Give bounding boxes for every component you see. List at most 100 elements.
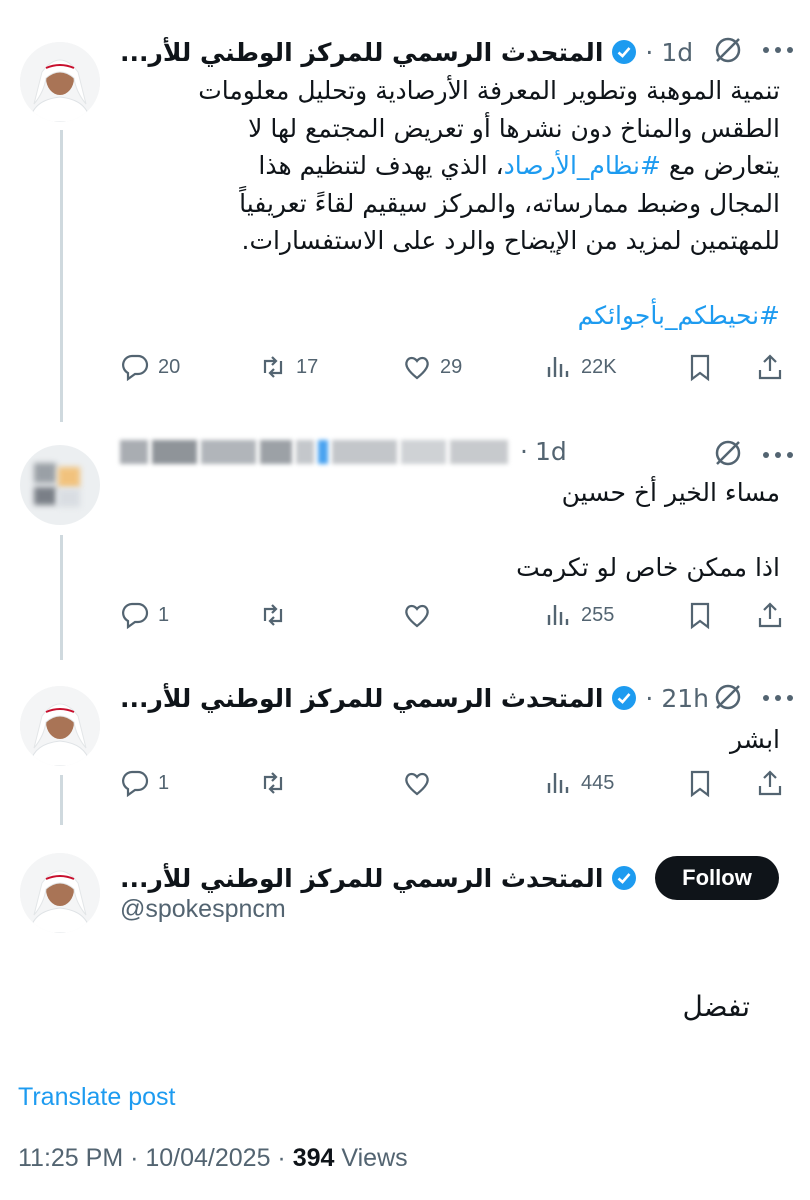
action-bar: 20 17 29 22K: [115, 352, 790, 392]
bookmark-button[interactable]: [685, 768, 715, 798]
bookmark-icon: [690, 354, 710, 382]
tweet-text-part: الذي يهدف لتنظيم هذا: [258, 151, 488, 180]
follow-button[interactable]: Follow: [655, 856, 779, 900]
views-count: 255: [581, 603, 615, 626]
tweet-body: مساء الخير أخ حسين اذا ممكن خاص لو تكرمت: [280, 474, 780, 586]
author-name[interactable]: المتحدث الرسمي للمركز الوطني للأر...: [120, 684, 603, 713]
tweet-header: المتحدث الرسمي للمركز الوطني للأر... · 2…: [120, 676, 709, 720]
author-name[interactable]: المتحدث الرسمي للمركز الوطني للأر...: [120, 864, 603, 893]
dot-separator: ·: [520, 437, 528, 466]
reply-button[interactable]: 20: [120, 352, 180, 382]
tweet-line: ابشر: [730, 725, 780, 754]
bookmark-icon: [690, 770, 710, 798]
post-time[interactable]: 21h: [661, 684, 709, 713]
post-time[interactable]: 1d: [535, 437, 567, 466]
repost-button[interactable]: [258, 600, 296, 630]
grok-icon[interactable]: [713, 682, 743, 712]
views-icon: [547, 605, 569, 625]
tweet-line: للمهتمين لمزيد من الإيضاح والرد على الاس…: [241, 226, 780, 255]
grok-icon[interactable]: [713, 438, 743, 468]
thread-line: [60, 775, 63, 825]
tweet-text-part: يتعارض مع: [660, 151, 780, 180]
repost-icon: [263, 356, 283, 378]
post-datetime[interactable]: 11:25 PM · 10/04/2025 ·: [18, 1144, 293, 1172]
dot-separator: ·: [645, 37, 654, 67]
bookmark-button[interactable]: [685, 352, 715, 382]
hashtag-link[interactable]: #نحيطكم_بأجوائكم: [100, 297, 780, 335]
thread-line: [60, 535, 63, 660]
share-icon: [758, 602, 782, 628]
bookmark-button[interactable]: [685, 600, 715, 630]
avatar[interactable]: [20, 853, 100, 933]
tweet-body: ابشر: [380, 721, 780, 759]
translate-post-link[interactable]: Translate post: [18, 1083, 175, 1112]
thread-line: [60, 130, 63, 422]
post-time[interactable]: 1d: [661, 38, 693, 67]
author-name[interactable]: [120, 440, 508, 464]
views-count: 394: [292, 1144, 335, 1172]
share-icon: [758, 770, 782, 796]
repost-button[interactable]: 17: [258, 352, 318, 382]
views-count: 445: [581, 771, 615, 794]
share-button[interactable]: [755, 352, 785, 382]
reply-button[interactable]: 1: [120, 600, 169, 630]
grok-icon[interactable]: [713, 35, 743, 65]
bookmark-icon: [690, 602, 710, 630]
tweet-header: المتحدث الرسمي للمركز الوطني للأر... · 1…: [120, 30, 693, 74]
verified-icon: [611, 865, 637, 891]
reply-icon: [122, 602, 149, 630]
tweet-body: تفضل: [682, 990, 750, 1023]
author-name[interactable]: المتحدث الرسمي للمركز الوطني للأر...: [120, 38, 603, 67]
tweet-line: الطقس والمناخ دون نشرها أو تعريض المجتمع…: [248, 113, 780, 143]
repost-icon: [263, 772, 283, 794]
reply-icon: [122, 354, 149, 382]
author-handle[interactable]: @spokespncm: [120, 895, 286, 924]
avatar[interactable]: [20, 445, 100, 525]
share-button[interactable]: [755, 768, 785, 798]
tweet-body: تنمية الموهبة وتطوير المعرفة الأرصادية و…: [100, 72, 780, 334]
share-button[interactable]: [755, 600, 785, 630]
like-button[interactable]: 29: [402, 352, 462, 382]
action-bar: 1 445: [115, 768, 790, 808]
tweet-line: تنمية الموهبة وتطوير المعرفة الأرصادية و…: [198, 76, 780, 105]
tweet-line: يتعارض مع #نظام_الأرصاد، الذي يهدف لتنظي…: [100, 147, 780, 185]
dot-separator: ·: [645, 683, 654, 713]
reply-icon: [122, 770, 149, 798]
views-icon: [547, 357, 569, 377]
like-icon: [405, 772, 429, 796]
reply-count: 1: [158, 771, 170, 794]
like-button[interactable]: [402, 768, 440, 798]
tweet-text-part: ،: [487, 151, 504, 180]
more-icon[interactable]: [758, 445, 798, 465]
like-icon: [405, 356, 429, 380]
views-button[interactable]: 445: [543, 768, 614, 798]
tweet-line: اذا ممكن خاص لو تكرمت: [516, 552, 780, 582]
views-count: 22K: [581, 355, 617, 378]
like-button[interactable]: [402, 600, 440, 630]
views-icon: [547, 773, 569, 793]
verified-icon: [611, 39, 637, 65]
tweet-line: مساء الخير أخ حسين: [561, 478, 780, 507]
reply-button[interactable]: 1: [120, 768, 169, 798]
more-icon[interactable]: [758, 40, 798, 60]
tweet-line: المجال وضبط ممارساته، والمركز سيقيم لقاء…: [239, 188, 780, 218]
verified-icon: [611, 685, 637, 711]
views-button[interactable]: 255: [543, 600, 614, 630]
avatar[interactable]: [20, 42, 100, 122]
tweet-header: المتحدث الرسمي للمركز الوطني للأر...: [120, 856, 637, 900]
action-bar: 1 255: [115, 600, 790, 640]
share-icon: [758, 354, 782, 380]
more-icon[interactable]: [758, 688, 798, 708]
post-timestamp: 11:25 PM · 10/04/2025 · 394 Views: [18, 1144, 408, 1173]
repost-icon: [263, 604, 283, 626]
reply-count: 20: [158, 355, 181, 378]
avatar[interactable]: [20, 686, 100, 766]
like-icon: [405, 604, 429, 628]
repost-button[interactable]: [258, 768, 296, 798]
hashtag-link[interactable]: #نظام_الأرصاد: [504, 151, 661, 180]
views-button[interactable]: 22K: [543, 352, 617, 382]
reply-count: 1: [158, 603, 170, 626]
like-count: 29: [440, 355, 463, 378]
views-label: Views: [334, 1144, 408, 1172]
repost-count: 17: [296, 355, 319, 378]
